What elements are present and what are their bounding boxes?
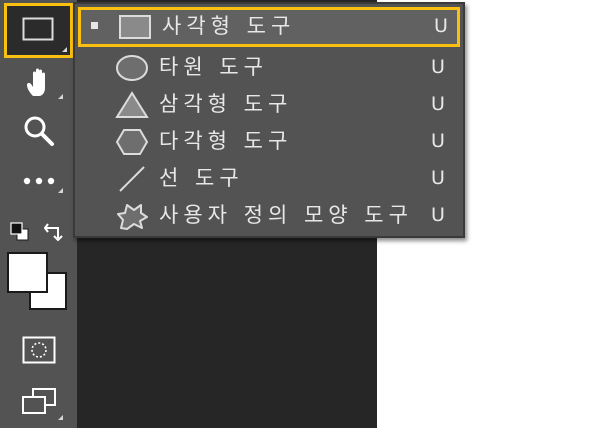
menu-item-rectangle-tool[interactable]: 사각형 도구 U bbox=[78, 7, 460, 47]
hand-tool-button[interactable] bbox=[0, 60, 77, 104]
menu-item-shortcut: U bbox=[431, 204, 445, 226]
flyout-indicator-icon bbox=[58, 188, 63, 193]
menu-item-triangle-tool[interactable]: 삼각형 도구 U bbox=[75, 86, 463, 123]
triangle-icon bbox=[115, 91, 149, 118]
menu-item-shortcut: U bbox=[434, 15, 448, 37]
menu-item-polygon-tool[interactable]: 다각형 도구 U bbox=[75, 123, 463, 160]
foreground-color-swatch[interactable] bbox=[7, 252, 48, 293]
menu-item-label: 삼각형 도구 bbox=[159, 92, 293, 116]
menu-item-label: 선 도구 bbox=[159, 166, 244, 190]
default-colors-icon[interactable] bbox=[10, 222, 30, 242]
zoom-tool-button[interactable] bbox=[0, 108, 77, 152]
hand-icon bbox=[27, 68, 45, 96]
menu-item-shortcut: U bbox=[431, 167, 445, 189]
quick-mask-icon bbox=[22, 336, 56, 364]
swap-arrow-icon[interactable] bbox=[44, 222, 66, 242]
rectangle-icon bbox=[22, 17, 54, 41]
rectangle-tool-button[interactable] bbox=[4, 3, 73, 58]
menu-item-label: 다각형 도구 bbox=[159, 129, 293, 153]
menu-item-ellipse-tool[interactable]: 타원 도구 U bbox=[75, 49, 463, 86]
shape-tools-flyout-menu: 사각형 도구 U 타원 도구 U 삼각형 도구 U 다각형 도구 U 선 도구 … bbox=[73, 2, 465, 238]
selected-bullet-icon bbox=[91, 22, 98, 29]
line-icon bbox=[119, 166, 145, 192]
ellipsis-icon bbox=[23, 177, 55, 185]
rectangle-icon bbox=[119, 15, 151, 39]
menu-item-label: 타원 도구 bbox=[159, 55, 268, 79]
flyout-indicator-icon bbox=[58, 94, 63, 99]
menu-item-line-tool[interactable]: 선 도구 U bbox=[75, 160, 463, 197]
quick-mask-button[interactable] bbox=[0, 332, 77, 368]
screen-mode-icon bbox=[22, 388, 56, 414]
flyout-indicator-icon bbox=[62, 47, 67, 52]
hexagon-icon bbox=[115, 129, 149, 155]
menu-item-custom-shape-tool[interactable]: 사용자 정의 모양 도구 U bbox=[75, 197, 463, 234]
custom-shape-icon bbox=[117, 204, 148, 230]
screen-mode-button[interactable] bbox=[0, 382, 77, 424]
menu-item-shortcut: U bbox=[431, 130, 445, 152]
more-tools-button[interactable] bbox=[0, 162, 77, 202]
menu-item-shortcut: U bbox=[431, 93, 445, 115]
flyout-indicator-icon bbox=[58, 415, 63, 420]
menu-item-shortcut: U bbox=[431, 56, 445, 78]
menu-item-label: 사각형 도구 bbox=[162, 14, 296, 38]
magnifier-icon bbox=[24, 116, 54, 146]
toolbar bbox=[0, 0, 77, 428]
ellipse-icon bbox=[116, 55, 148, 81]
menu-item-label: 사용자 정의 모양 도구 bbox=[159, 203, 413, 227]
